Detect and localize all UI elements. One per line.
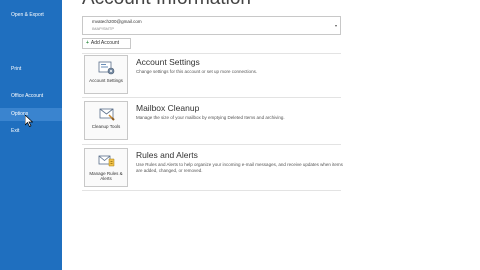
add-account-label: Add Account [90,40,119,46]
plus-icon: + [86,40,89,46]
manage-rules-alerts-tile-label: Manage Rules & Alerts [89,171,123,181]
account-settings-tile-label: Account Settings [89,78,123,83]
divider [82,53,341,54]
nav-print[interactable]: Print [0,63,62,76]
mailbox-cleanup-title: Mailbox Cleanup [136,103,200,113]
page-title: Account Information [82,0,251,10]
chevron-down-icon[interactable]: ▾ [335,23,337,28]
cleanup-tools-icon [99,108,115,121]
rules-alerts-title: Rules and Alerts [136,150,198,160]
nav-open-export[interactable]: Open & Export [0,9,62,22]
mouse-cursor-icon [25,115,33,127]
divider [82,97,341,98]
account-settings-icon [98,61,115,75]
cleanup-tools-button[interactable]: Cleanup Tools [84,101,128,140]
divider [82,144,341,145]
account-email: mvatech200@gmail.com [92,19,142,24]
manage-rules-alerts-button[interactable]: Manage Rules & Alerts [84,148,128,187]
rules-alerts-description: Use Rules and Alerts to help organize yo… [136,162,343,173]
backstage-sidebar: Open & Export Print Office Account Optio… [0,0,62,270]
account-selector[interactable]: mvatech200@gmail.com IMAP/SMTP ▾ [82,16,341,35]
account-settings-title: Account Settings [136,57,200,67]
account-settings-description: Change settings for this account or set … [136,69,258,74]
divider [82,190,341,191]
mailbox-cleanup-description: Manage the size of your mailbox by empty… [136,115,285,120]
rules-alerts-icon [98,155,115,167]
nav-office-account[interactable]: Office Account [0,90,62,103]
account-type: IMAP/SMTP [92,26,115,31]
account-settings-button[interactable]: Account Settings [84,55,128,94]
add-account-button[interactable]: + Add Account [82,38,131,49]
cleanup-tools-tile-label: Cleanup Tools [91,124,121,129]
